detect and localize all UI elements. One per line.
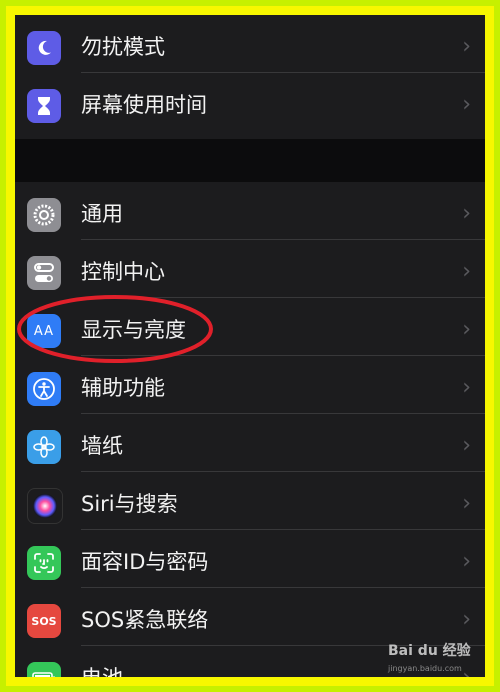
settings-item-label: 通用 (81, 202, 123, 226)
settings-item-wallpaper[interactable]: 墙纸 › (15, 414, 485, 472)
settings-item-siri-search[interactable]: Siri与搜索 › (15, 472, 485, 530)
settings-item-display-brightness[interactable]: AA 显示与亮度 › (15, 298, 485, 356)
settings-item-do-not-disturb[interactable]: 勿扰模式 › (15, 15, 485, 73)
siri-icon (27, 488, 63, 524)
settings-item-control-center[interactable]: 控制中心 › (15, 240, 485, 298)
chevron-right-icon: › (462, 433, 471, 458)
settings-item-label: 显示与亮度 (81, 318, 186, 342)
accessibility-icon (27, 372, 61, 406)
toggles-icon (27, 256, 61, 290)
settings-item-label: 勿扰模式 (81, 35, 165, 59)
moon-icon (27, 31, 61, 65)
sos-icon: SOS (27, 604, 61, 638)
settings-item-face-id-passcode[interactable]: 面容ID与密码 › (15, 530, 485, 588)
settings-screen: 勿扰模式 › 屏幕使用时间 › 通用 › 控制中心 › AA 显示与亮度 › 辅… (15, 15, 485, 677)
settings-item-label: 面容ID与密码 (81, 550, 209, 574)
chevron-right-icon: › (462, 317, 471, 342)
face-id-icon (27, 546, 61, 580)
chevron-right-icon: › (462, 491, 471, 516)
gear-icon (27, 198, 61, 232)
settings-item-general[interactable]: 通用 › (15, 182, 485, 240)
flower-icon (27, 430, 61, 464)
chevron-right-icon: › (462, 549, 471, 574)
group-spacer (15, 139, 485, 182)
chevron-right-icon: › (462, 34, 471, 59)
chevron-right-icon: › (462, 201, 471, 226)
battery-icon (27, 662, 61, 677)
settings-item-label: 墙纸 (81, 434, 123, 458)
baidu-watermark: Bai du 经验 (388, 643, 471, 659)
settings-item-label: 电池 (81, 663, 123, 677)
settings-group-focus: 勿扰模式 › 屏幕使用时间 › (15, 15, 485, 139)
chevron-right-icon: › (462, 607, 471, 632)
chevron-right-icon: › (462, 375, 471, 400)
settings-item-label: SOS紧急联络 (81, 608, 209, 632)
chevron-right-icon: › (462, 92, 471, 117)
chevron-right-icon: › (462, 259, 471, 284)
settings-item-label: 控制中心 (81, 260, 165, 284)
settings-item-emergency-sos[interactable]: SOS SOS紧急联络 › (15, 588, 485, 646)
settings-item-label: Siri与搜索 (81, 492, 178, 516)
settings-item-label: 屏幕使用时间 (81, 93, 207, 117)
settings-item-screen-time[interactable]: 屏幕使用时间 › (15, 73, 485, 131)
settings-item-label: 辅助功能 (81, 376, 165, 400)
chevron-right-icon: › (462, 666, 471, 678)
watermark-url: jingyan.baidu.com (388, 664, 462, 673)
settings-group-general: 通用 › 控制中心 › AA 显示与亮度 › 辅助功能 › 墙纸 › Siri与… (15, 182, 485, 677)
hourglass-icon (27, 89, 61, 123)
settings-item-accessibility[interactable]: 辅助功能 › (15, 356, 485, 414)
text-size-icon: AA (27, 314, 61, 348)
